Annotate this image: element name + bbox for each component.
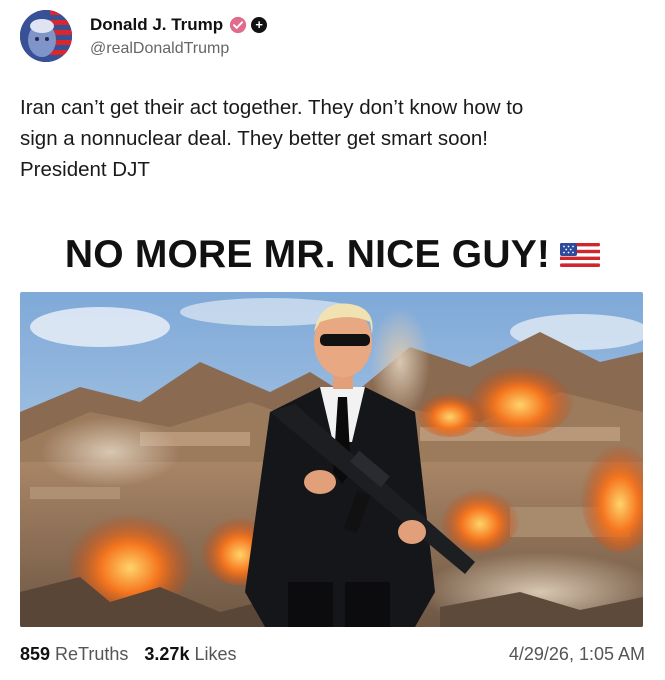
likes-label: Likes [194, 644, 237, 664]
avatar[interactable] [20, 10, 72, 62]
retruths-label: ReTruths [55, 644, 129, 664]
author-handle[interactable]: @realDonaldTrump [90, 40, 267, 58]
author-name[interactable]: Donald J. Trump [90, 15, 223, 35]
likes-stat[interactable]: 3.27k Likes [144, 644, 236, 665]
image-headline-text: NO MORE MR. NICE GUY! [64, 233, 551, 276]
post-timestamp[interactable]: 4/29/26, 1:05 AM [509, 644, 645, 665]
post-image[interactable] [20, 292, 643, 627]
plus-icon[interactable]: + [251, 16, 268, 33]
us-flag-icon [560, 243, 601, 267]
post-header: Donald J. Trump + @realDonaldTrump [20, 8, 268, 64]
post-footer: 859 ReTruths 3.27k Likes 4/29/26, 1:05 A… [20, 644, 645, 665]
verified-badge-icon [230, 16, 247, 33]
retruths-stat[interactable]: 859 ReTruths [20, 644, 128, 665]
post-text: Iran can’t get their act together. They … [20, 96, 524, 181]
likes-count: 3.27k [144, 644, 190, 664]
retruths-count: 859 [20, 644, 51, 664]
image-headline: NO MORE MR. NICE GUY! [0, 233, 665, 277]
